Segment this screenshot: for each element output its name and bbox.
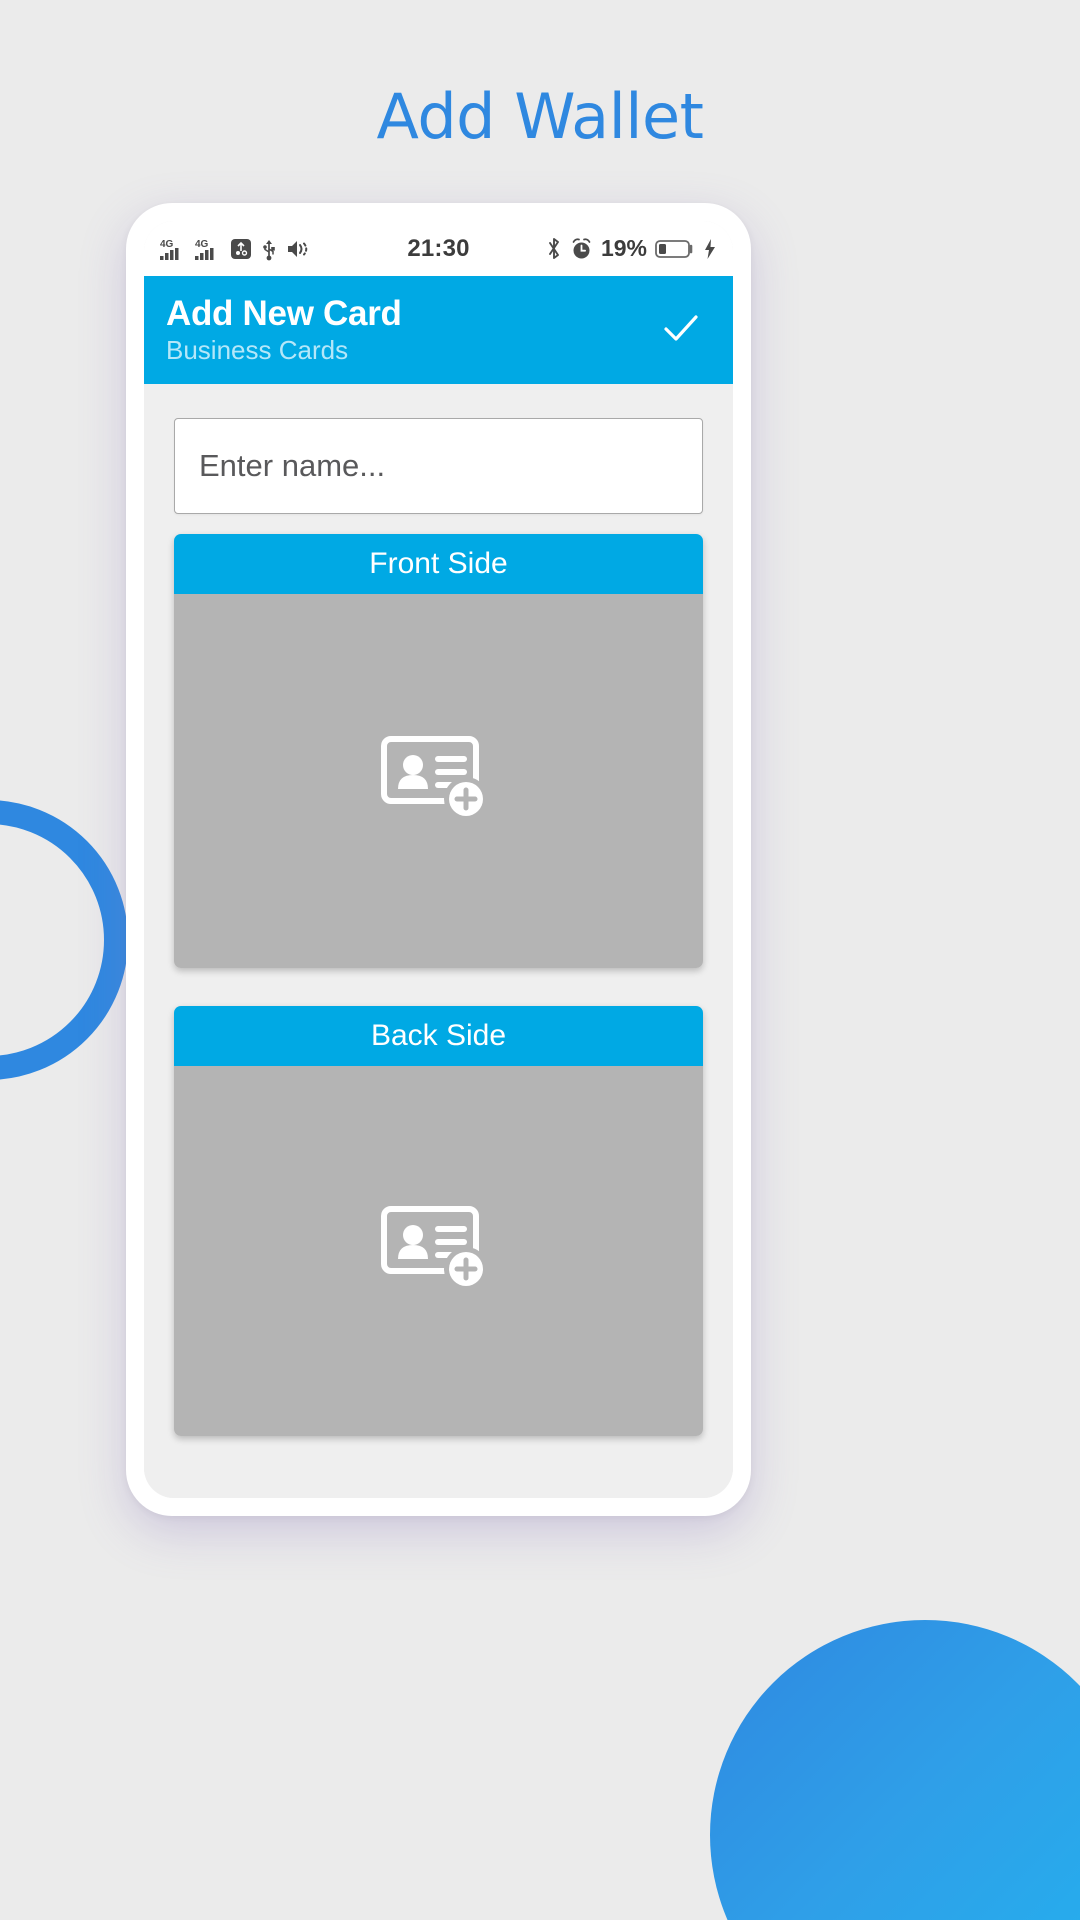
status-bar-left: 4G 4G <box>160 237 407 261</box>
back-side-card: Back Side <box>174 1006 703 1436</box>
app-bar-title: Add New Card <box>166 293 402 333</box>
decorative-blob <box>710 1620 1080 1920</box>
usb-icon <box>261 237 277 261</box>
contact-card-add-icon <box>380 1201 498 1302</box>
name-input-placeholder: Enter name... <box>199 448 386 483</box>
usb-debugging-icon <box>230 238 252 260</box>
status-bar: 4G 4G 21:30 19% <box>144 221 733 276</box>
contact-card-add-icon <box>380 731 498 832</box>
charging-bolt-icon <box>703 238 717 260</box>
signal-4g-icon: 4G <box>195 237 221 261</box>
status-bar-right: 19% <box>470 235 717 262</box>
svg-text:4G: 4G <box>160 239 174 250</box>
bluetooth-icon <box>546 237 562 261</box>
battery-icon <box>655 238 695 260</box>
back-side-header: Back Side <box>174 1006 703 1066</box>
name-input[interactable]: Enter name... <box>174 418 703 514</box>
svg-text:4G: 4G <box>195 239 209 250</box>
form-content: Enter name... Front Side Back Side <box>144 384 733 1498</box>
front-side-header: Front Side <box>174 534 703 594</box>
back-side-image-picker[interactable] <box>174 1066 703 1436</box>
check-icon <box>658 305 704 356</box>
alarm-icon <box>570 237 593 261</box>
page-title: Add Wallet <box>376 80 704 153</box>
decorative-arc <box>0 800 128 1080</box>
battery-percent-label: 19% <box>600 235 648 261</box>
app-bar: Add New Card Business Cards <box>144 276 733 384</box>
app-bar-subtitle: Business Cards <box>166 334 349 365</box>
front-side-card: Front Side <box>174 534 703 968</box>
phone-mockup: 4G 4G 21:30 19% Add New Card Business Ca… <box>126 203 751 1516</box>
screenshot-root: Add Wallet 4G 4G 21:30 19% Add New Card … <box>0 0 1080 1920</box>
front-side-image-picker[interactable] <box>174 594 703 968</box>
volume-mute-icon <box>286 238 310 260</box>
app-bar-titles: Add New Card Business Cards <box>166 293 653 365</box>
signal-4g-icon: 4G <box>160 237 186 261</box>
confirm-button[interactable] <box>653 305 709 356</box>
status-bar-clock: 21:30 <box>407 234 470 262</box>
phone-screen: 4G 4G 21:30 19% Add New Card Business Ca… <box>144 221 733 1498</box>
